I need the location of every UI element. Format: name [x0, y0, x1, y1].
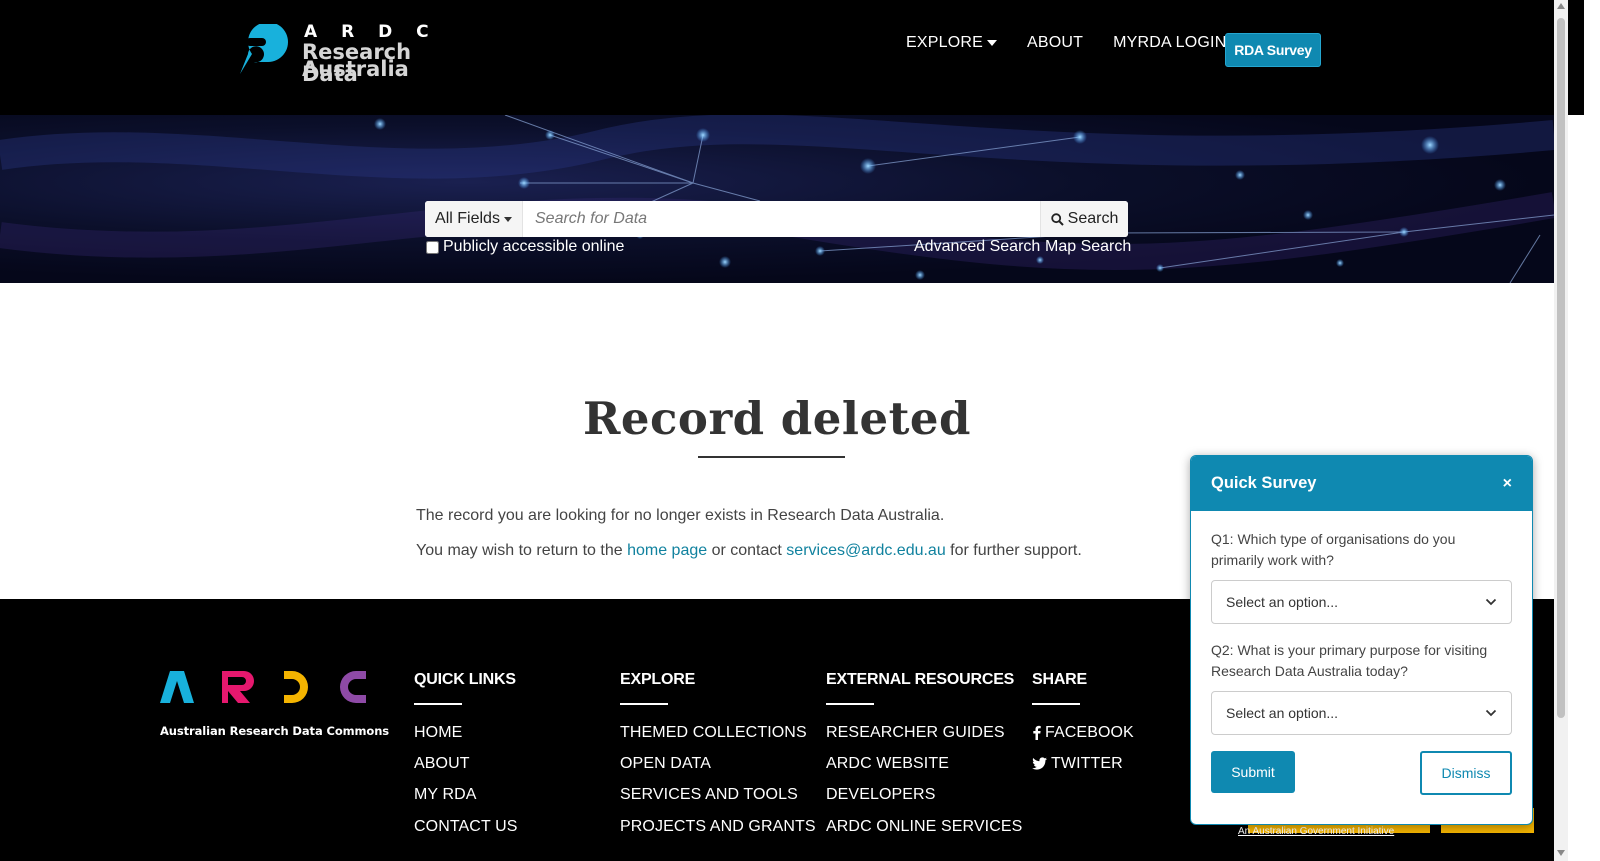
support-suffix: for further support.	[945, 542, 1082, 559]
top-header: A R D C Research Data Australia EXPLORE …	[0, 0, 1584, 115]
search-button-label: Search	[1067, 210, 1119, 227]
survey-question-1: Q1: Which type of organisations do you p…	[1211, 531, 1456, 568]
title-divider	[698, 456, 845, 458]
footer-link-about[interactable]: ABOUT	[414, 748, 518, 779]
footer-heading: EXTERNAL RESOURCES	[826, 671, 1015, 688]
footer-heading-rule	[826, 703, 874, 705]
scrollbar-thumb[interactable]	[1557, 18, 1565, 718]
footer-link-contact[interactable]: CONTACT US	[414, 811, 518, 842]
search-bar: All Fields Search	[425, 201, 1128, 237]
network-background-icon	[0, 115, 1554, 283]
footer-col-explore: EXPLORE THEMED COLLECTIONS OPEN DATA SER…	[620, 671, 816, 842]
twitter-icon	[1032, 757, 1047, 771]
public-access-checkbox[interactable]	[426, 240, 439, 254]
survey-question-2: Q2: What is your primary purpose for vis…	[1211, 642, 1488, 679]
chevron-down-icon	[1485, 598, 1497, 606]
footer-link-projects-grants[interactable]: PROJECTS AND GRANTS	[620, 811, 816, 842]
submit-button[interactable]: Submit	[1211, 751, 1295, 793]
dismiss-button[interactable]: Dismiss	[1420, 751, 1512, 795]
footer-link-online-services[interactable]: ARDC ONLINE SERVICES	[826, 811, 1022, 842]
support-message: You may wish to return to the home page …	[416, 542, 1082, 560]
footer-heading-rule	[620, 703, 668, 705]
footer-col-share: SHARE FACEBOOK TWITTER	[1032, 671, 1134, 780]
nav-about[interactable]: ABOUT	[1027, 34, 1083, 52]
footer-col-external-resources: EXTERNAL RESOURCES RESEARCHER GUIDES ARD…	[826, 671, 1022, 842]
search-field-label: All Fields	[435, 210, 500, 227]
footer-link-ardc-website[interactable]: ARDC WEBSITE	[826, 748, 1022, 779]
footer-link-themed-collections[interactable]: THEMED COLLECTIONS	[620, 717, 816, 748]
deleted-message: The record you are looking for no longer…	[416, 507, 945, 524]
rda-logo-mark-icon	[240, 24, 288, 74]
advanced-search-link[interactable]: Advanced Search	[914, 238, 1040, 256]
hero-banner	[0, 115, 1554, 283]
page-title: Record deleted	[583, 392, 971, 445]
chevron-down-icon	[1485, 709, 1497, 717]
footer-heading-rule	[414, 703, 462, 705]
search-field-select[interactable]: All Fields	[425, 201, 523, 237]
footer-heading: EXPLORE	[620, 671, 696, 688]
public-access-checkbox-row[interactable]: Publicly accessible online	[426, 238, 624, 256]
support-prefix: You may wish to return to the	[416, 542, 628, 559]
logo-ardc-text: A R D C	[304, 22, 438, 42]
survey-actions: Submit Dismiss	[1211, 751, 1512, 795]
public-access-label: Publicly accessible online	[443, 238, 625, 255]
footer-link-open-data[interactable]: OPEN DATA	[620, 748, 816, 779]
survey-header: Quick Survey ×	[1191, 456, 1532, 511]
map-search-link[interactable]: Map Search	[1045, 238, 1131, 256]
footer-heading-rule	[1032, 703, 1080, 705]
footer-link-home[interactable]: HOME	[414, 717, 518, 748]
support-middle: or contact	[707, 542, 787, 559]
survey-title: Quick Survey	[1211, 474, 1317, 492]
footer-link-twitter[interactable]: TWITTER	[1032, 748, 1134, 779]
nav-myrda-login[interactable]: MYRDA LOGIN	[1113, 34, 1226, 52]
twitter-label: TWITTER	[1051, 754, 1123, 772]
survey-q1-select[interactable]: Select an option...	[1211, 580, 1512, 624]
footer-link-developers[interactable]: DEVELOPERS	[826, 780, 1022, 811]
close-icon[interactable]: ×	[1503, 475, 1512, 493]
footer-link-researcher-guides[interactable]: RESEARCHER GUIDES	[826, 717, 1022, 748]
logo-line-2: Australia	[302, 57, 409, 81]
facebook-icon	[1033, 726, 1041, 741]
rda-survey-button[interactable]: RDA Survey	[1225, 33, 1321, 67]
caret-down-icon	[987, 40, 997, 46]
facebook-label: FACEBOOK	[1045, 723, 1134, 741]
footer-link-my-rda[interactable]: MY RDA	[414, 780, 518, 811]
scroll-up-arrow-icon[interactable]	[1557, 3, 1565, 9]
footer-link-facebook[interactable]: FACEBOOK	[1032, 717, 1134, 748]
survey-body: Q1: Which type of organisations do you p…	[1191, 511, 1532, 795]
survey-q1-value: Select an option...	[1226, 594, 1339, 610]
scroll-down-arrow-icon[interactable]	[1557, 850, 1565, 856]
footer-heading: SHARE	[1032, 671, 1088, 688]
rda-logo[interactable]: A R D C Research Data Australia	[232, 22, 462, 85]
footer-heading: QUICK LINKS	[414, 671, 516, 688]
gov-initiative-link[interactable]: An Australian Government Initiative	[1238, 826, 1394, 837]
search-input[interactable]	[523, 201, 1040, 237]
survey-q2-select[interactable]: Select an option...	[1211, 691, 1512, 735]
quick-survey-dialog: Quick Survey × Q1: Which type of organis…	[1190, 455, 1533, 825]
search-icon	[1050, 212, 1064, 226]
footer-col-quick-links: QUICK LINKS HOME ABOUT MY RDA CONTACT US	[414, 671, 518, 842]
footer-link-services-tools[interactable]: SERVICES AND TOOLS	[620, 780, 816, 811]
search-button[interactable]: Search	[1040, 201, 1128, 237]
main-nav: EXPLORE ABOUT MYRDA LOGIN	[906, 34, 1256, 52]
nav-explore[interactable]: EXPLORE	[906, 34, 997, 52]
ardc-subtitle: Australian Research Data Commons	[160, 724, 390, 738]
nav-explore-label: EXPLORE	[906, 34, 983, 51]
survey-q2-value: Select an option...	[1226, 705, 1339, 721]
caret-down-icon	[503, 216, 512, 222]
ardc-logo-icon[interactable]	[160, 669, 370, 709]
home-page-link[interactable]: home page	[627, 542, 707, 559]
support-email-link[interactable]: services@ardc.edu.au	[786, 542, 945, 559]
